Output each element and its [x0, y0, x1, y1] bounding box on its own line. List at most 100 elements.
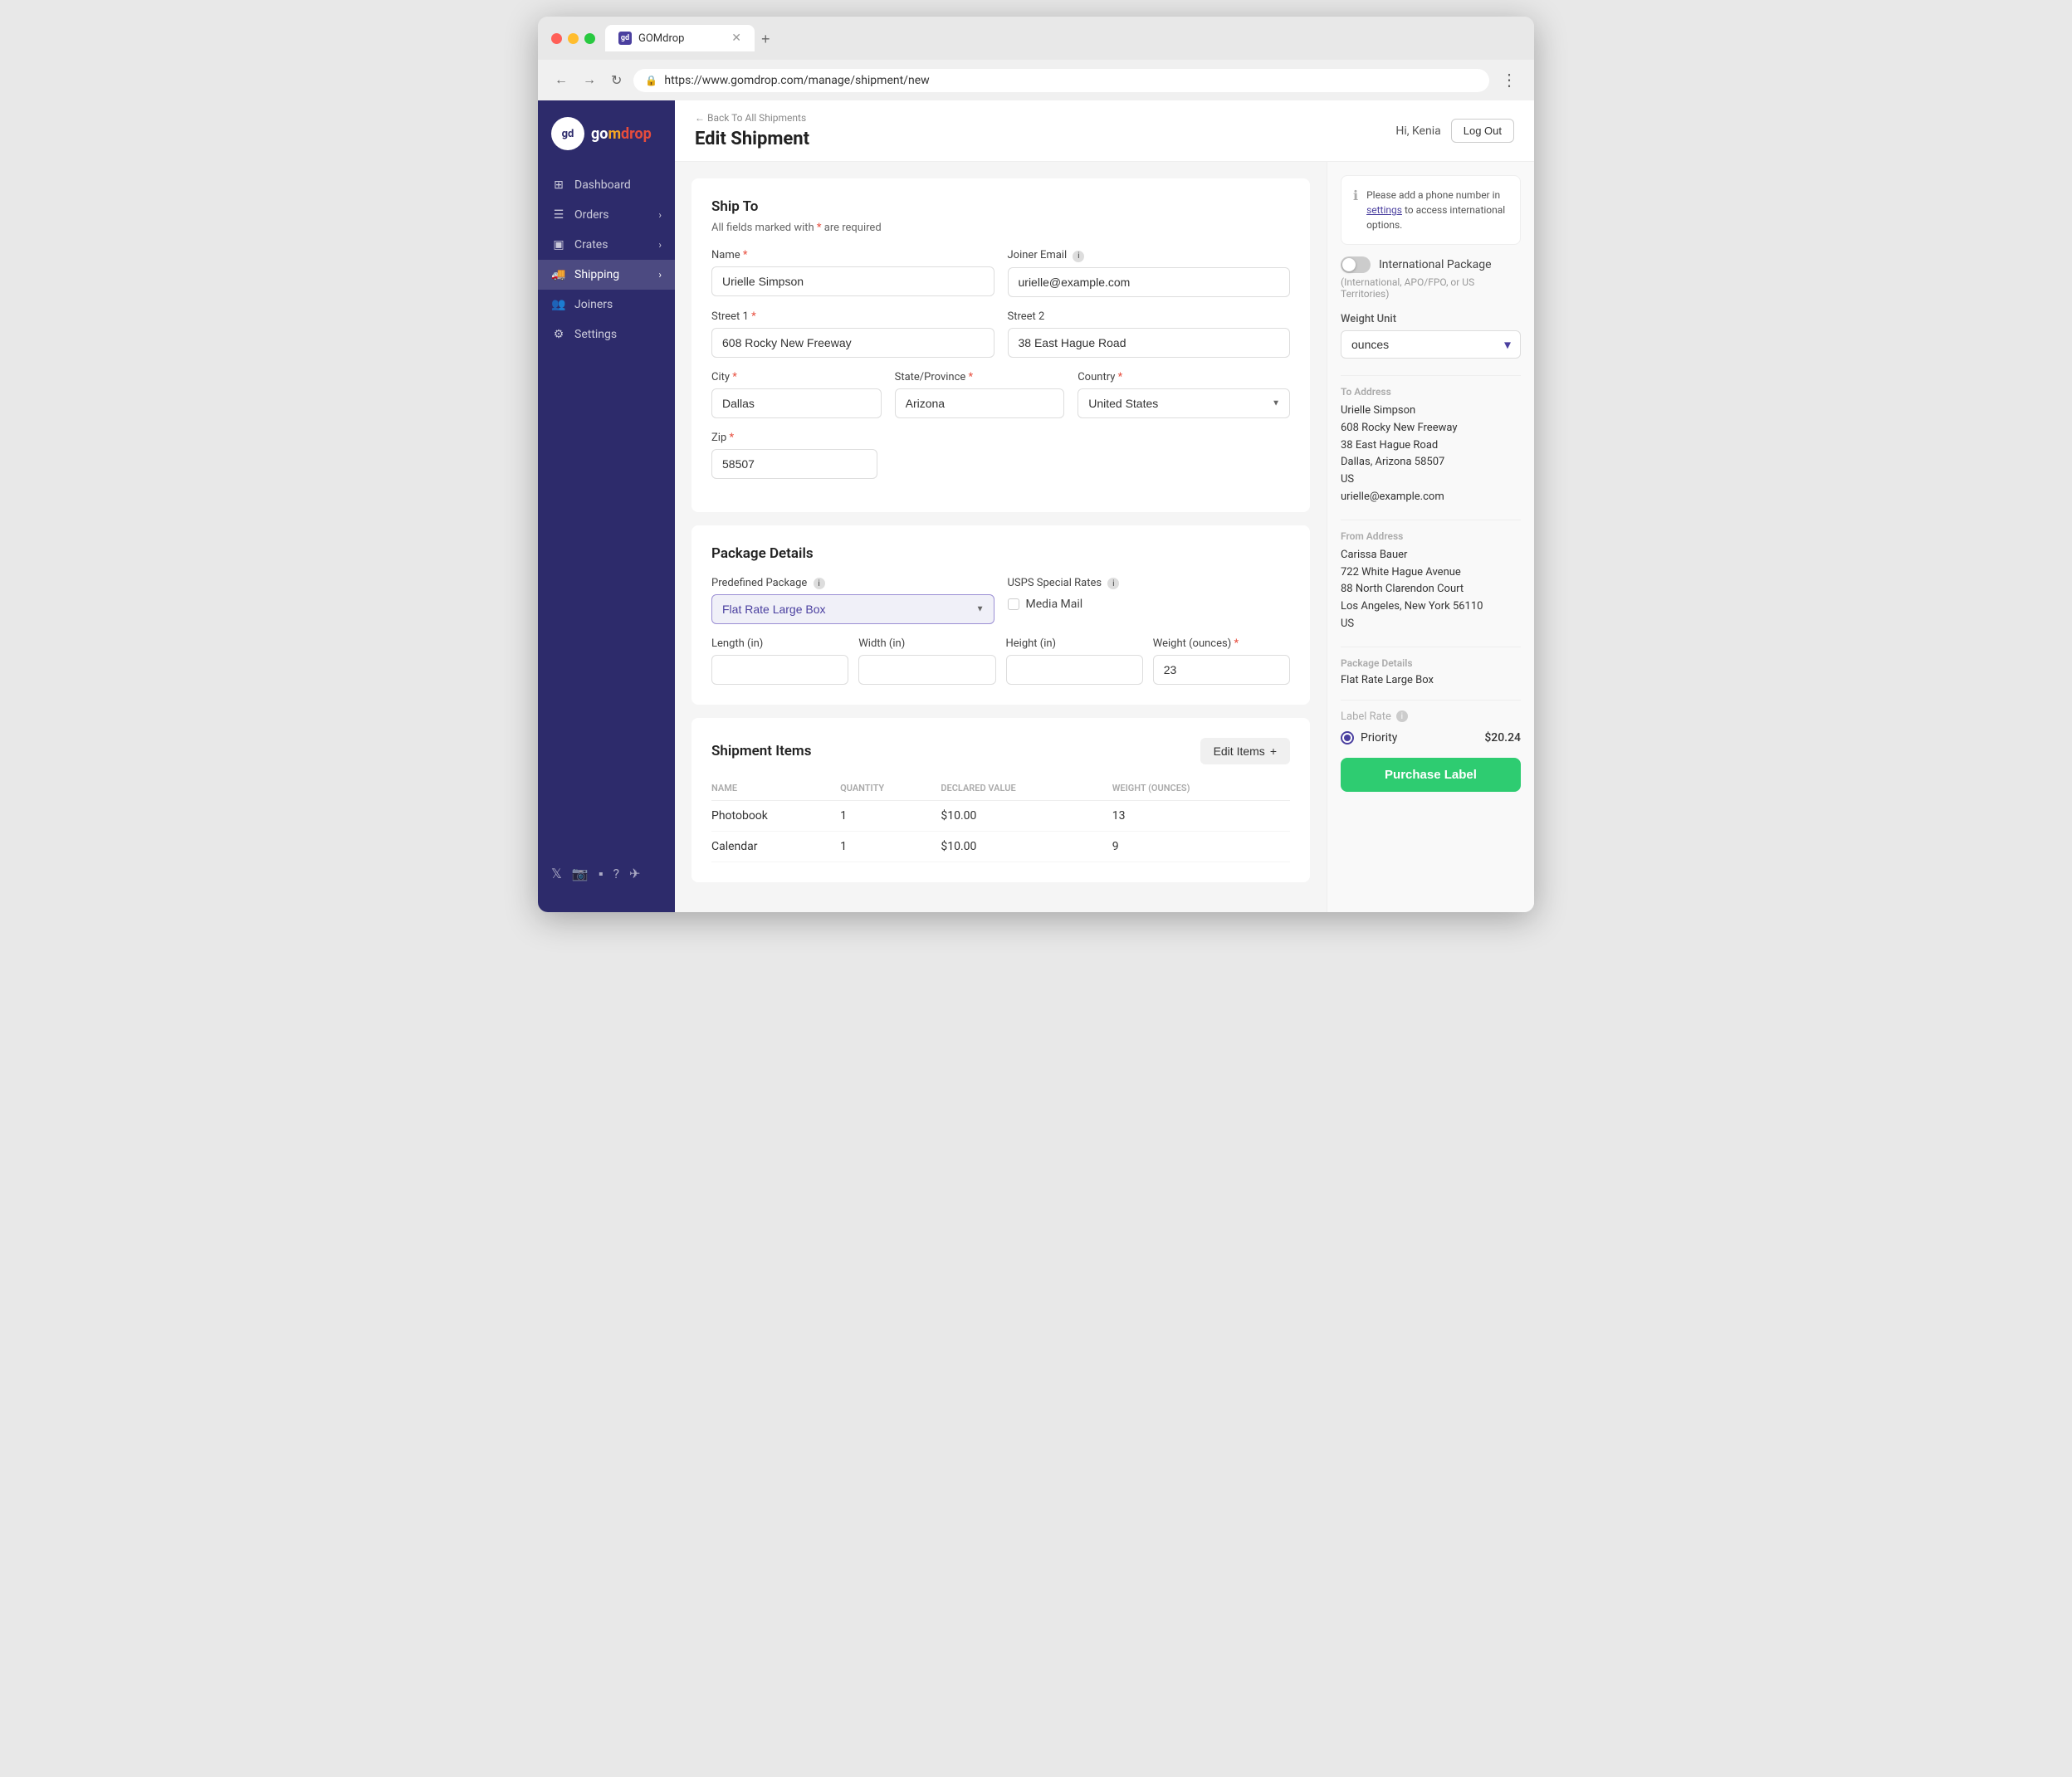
browser-menu-button[interactable]: ⋮: [1498, 66, 1521, 94]
instagram-icon[interactable]: 📷: [572, 866, 589, 882]
to-address-city-state-zip: Dallas, Arizona 58507: [1341, 454, 1521, 471]
item-name: Calendar: [711, 832, 840, 862]
settings-link[interactable]: settings: [1366, 204, 1402, 216]
international-toggle[interactable]: [1341, 256, 1371, 273]
from-address-country: US: [1341, 616, 1521, 633]
predefined-package-select[interactable]: Flat Rate Large Box Flat Rate Medium Box…: [711, 594, 994, 624]
reload-button[interactable]: ↻: [608, 69, 625, 92]
joiner-email-group: Joiner Email i: [1008, 249, 1291, 297]
sidebar-label-orders: Orders: [574, 208, 609, 222]
package-details-summary: Package Details Flat Rate Large Box: [1341, 657, 1521, 686]
fly-icon[interactable]: ✈: [629, 866, 640, 882]
city-label: City *: [711, 371, 882, 383]
height-input[interactable]: [1006, 655, 1143, 685]
media-mail-checkbox[interactable]: [1008, 598, 1019, 610]
sidebar-item-joiners[interactable]: 👥 Joiners: [538, 290, 675, 320]
info-box: ℹ Please add a phone number in settings …: [1341, 175, 1521, 245]
joiner-email-info-icon[interactable]: i: [1073, 251, 1084, 262]
width-input[interactable]: [858, 655, 995, 685]
info-icon: ℹ: [1353, 188, 1358, 232]
shipment-items-table: NAME QUANTITY DECLARED VALUE WEIGHT (OUN…: [711, 776, 1290, 862]
tab-close-button[interactable]: ✕: [731, 32, 741, 45]
label-rate-info-icon[interactable]: i: [1396, 710, 1408, 722]
from-address-title: From Address: [1341, 530, 1521, 542]
settings-icon: ⚙: [551, 328, 566, 341]
purchase-label-button[interactable]: Purchase Label: [1341, 758, 1521, 792]
predefined-info-icon[interactable]: i: [814, 578, 825, 589]
logo-text: gomdrop: [591, 125, 652, 143]
new-tab-button[interactable]: +: [755, 27, 777, 51]
sidebar-navigation: ⊞ Dashboard ☰ Orders › ▣ Crates › 🚚 Ship…: [538, 170, 675, 852]
name-group: Name *: [711, 249, 994, 297]
width-label: Width (in): [858, 637, 995, 650]
sidebar-item-dashboard[interactable]: ⊞ Dashboard: [538, 170, 675, 200]
weight-unit-select[interactable]: ounces pounds grams kilograms: [1341, 330, 1521, 359]
logout-button[interactable]: Log Out: [1451, 119, 1514, 143]
zip-input[interactable]: [711, 449, 877, 479]
to-address-country: US: [1341, 471, 1521, 489]
edit-items-plus-icon: +: [1270, 744, 1277, 758]
length-input[interactable]: [711, 655, 848, 685]
url-text: https://www.gomdrop.com/manage/shipment/…: [664, 74, 929, 87]
tab-title: GOMdrop: [638, 32, 684, 45]
media-mail-label: Media Mail: [1026, 598, 1083, 611]
priority-radio[interactable]: [1341, 731, 1354, 744]
forward-button[interactable]: →: [579, 70, 599, 91]
sidebar-item-settings[interactable]: ⚙ Settings: [538, 320, 675, 349]
usps-info-icon[interactable]: i: [1107, 578, 1119, 589]
country-select[interactable]: United States: [1078, 388, 1290, 418]
to-address-title: To Address: [1341, 386, 1521, 398]
sidebar-label-shipping: Shipping: [574, 268, 619, 281]
weight-input[interactable]: [1153, 655, 1290, 685]
orders-arrow-icon: ›: [658, 209, 662, 221]
street1-label: Street 1 *: [711, 310, 994, 323]
crates-icon: ▣: [551, 238, 566, 251]
street2-input[interactable]: [1008, 328, 1291, 358]
browser-tab[interactable]: gd GOMdrop ✕: [605, 25, 755, 51]
usps-label: USPS Special Rates i: [1008, 577, 1291, 590]
weight-label: Weight (ounces) *: [1153, 637, 1290, 650]
twitter-icon[interactable]: 𝕏: [551, 866, 562, 882]
joiners-icon: 👥: [551, 298, 566, 311]
browser-minimize-button[interactable]: [568, 33, 579, 44]
item-weight: 13: [1112, 801, 1290, 832]
table-row: Calendar 1 $10.00 9: [711, 832, 1290, 862]
length-label: Length (in): [711, 637, 848, 650]
sidebar-item-shipping[interactable]: 🚚 Shipping ›: [538, 260, 675, 290]
usps-special-rates-group: USPS Special Rates i Media Mail: [1008, 577, 1291, 612]
name-input[interactable]: [711, 266, 994, 296]
international-note: (International, APO/FPO, or US Territori…: [1341, 276, 1521, 300]
sidebar-item-orders[interactable]: ☰ Orders ›: [538, 200, 675, 230]
edit-items-button[interactable]: Edit Items +: [1200, 738, 1290, 764]
rate-price: $20.24: [1484, 731, 1521, 744]
shipment-items-title: Shipment Items: [711, 743, 811, 759]
to-address-street1: 608 Rocky New Freeway: [1341, 420, 1521, 437]
tab-favicon: gd: [618, 32, 632, 45]
predefined-label: Predefined Package i: [711, 577, 994, 590]
from-address-section: From Address Carissa Bauer 722 White Hag…: [1341, 530, 1521, 633]
state-group: State/Province *: [895, 371, 1065, 418]
height-group: Height (in): [1006, 637, 1143, 685]
to-address-street2: 38 East Hague Road: [1341, 437, 1521, 455]
joiner-email-label: Joiner Email i: [1008, 249, 1291, 262]
ship-to-title: Ship To: [711, 198, 1290, 215]
zip-label: Zip *: [711, 432, 877, 444]
state-input[interactable]: [895, 388, 1065, 418]
rate-option-row: Priority $20.24: [1341, 731, 1521, 744]
package-details-summary-title: Package Details: [1341, 657, 1521, 669]
required-note: All fields marked with * are required: [711, 222, 1290, 234]
browser-maximize-button[interactable]: [584, 33, 595, 44]
back-to-shipments-link[interactable]: ← Back To All Shipments: [695, 112, 809, 124]
street1-input[interactable]: [711, 328, 994, 358]
package-details-card: Package Details Predefined Package i: [691, 525, 1310, 705]
chat-icon[interactable]: ▪: [599, 866, 604, 882]
sidebar-label-settings: Settings: [574, 328, 617, 341]
city-input[interactable]: [711, 388, 882, 418]
browser-close-button[interactable]: [551, 33, 562, 44]
back-button[interactable]: ←: [551, 70, 571, 91]
sidebar-item-crates[interactable]: ▣ Crates ›: [538, 230, 675, 260]
dashboard-icon: ⊞: [551, 178, 566, 192]
joiner-email-input[interactable]: [1008, 267, 1291, 297]
help-icon[interactable]: ?: [613, 866, 619, 882]
security-icon: 🔒: [645, 75, 657, 86]
